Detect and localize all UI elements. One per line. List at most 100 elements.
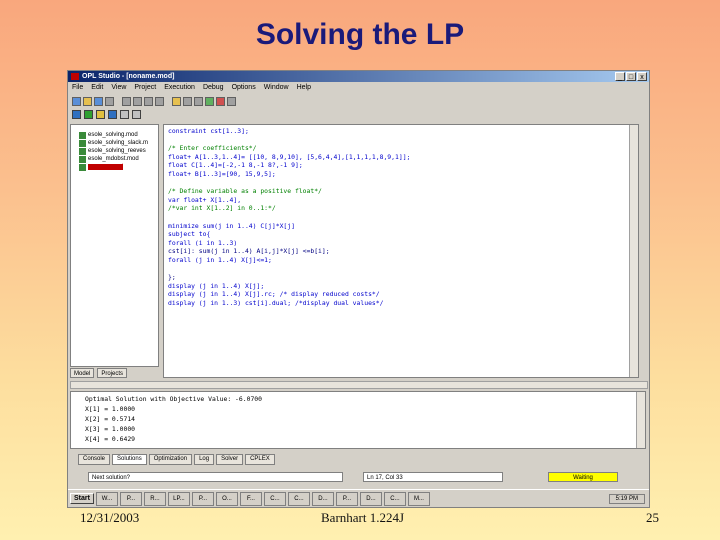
code-line: /*var int X[1..2] in 0..1:*/ — [168, 204, 276, 213]
main-toolbar — [68, 95, 649, 107]
menu-project[interactable]: Project — [130, 82, 160, 94]
tab-solver[interactable]: Solver — [216, 454, 244, 465]
open-file-icon[interactable] — [83, 96, 92, 106]
code-line: }; — [168, 273, 176, 282]
code-line: forall (i in 1..3) — [168, 238, 238, 247]
paste-icon[interactable] — [144, 96, 153, 106]
code-line: display (j in 1..4) X[j]; — [168, 281, 265, 290]
editor-scrollbar[interactable] — [629, 125, 638, 377]
status-bar: Next solution? Ln 17, Col 33 Waiting — [68, 470, 649, 484]
save-icon[interactable] — [94, 96, 103, 106]
code-line: float+ A[1..3,1..4]= [[10, 8,9,10], [5,6… — [168, 152, 411, 161]
code-editor[interactable]: constraint cst[1..3]; /* Enter coefficien… — [163, 124, 639, 378]
new-file-icon[interactable] — [72, 96, 81, 106]
code-line: /* Define variable as a positive float*/ — [168, 187, 322, 196]
output-line: Optimal Solution with Objective Value: -… — [85, 395, 262, 403]
copy-icon[interactable] — [133, 96, 142, 106]
tree-item[interactable]: esole_solving_reeves — [79, 147, 146, 155]
print-icon[interactable] — [105, 96, 114, 106]
taskbar-item[interactable]: R... — [143, 491, 166, 506]
menu-view[interactable]: View — [107, 82, 130, 94]
taskbar-item[interactable]: O... — [215, 491, 238, 506]
window-title: OPL Studio - [noname.mod] — [82, 73, 175, 80]
code-line: float+ B[1..3]=[90, 15,9,5]; — [168, 170, 276, 178]
code-line: display (j in 1..3) cst[i].dual; /*displ… — [168, 299, 384, 307]
step-icon[interactable] — [227, 96, 236, 106]
goto-icon[interactable] — [194, 96, 203, 106]
code-line: var float+ X[1..4], — [168, 195, 242, 204]
tree-item[interactable]: esole_solving_slack.m — [79, 139, 148, 147]
find-icon[interactable] — [172, 96, 181, 106]
tab-solutions[interactable]: Solutions — [112, 454, 147, 465]
menu-window[interactable]: Window — [260, 82, 293, 94]
output-line: X[2] = 0.5714 — [85, 415, 136, 423]
taskbar-item[interactable]: F... — [239, 491, 262, 506]
taskbar-item[interactable]: C... — [383, 491, 406, 506]
windows-taskbar: Start W... P... R... LP... P... O... F... C... C… — [68, 489, 649, 507]
taskbar-clock: 5:19 PM — [608, 493, 645, 504]
taskbar-item[interactable]: P... — [191, 491, 214, 506]
taskbar-item[interactable]: P... — [119, 491, 142, 506]
taskbar-item[interactable]: C... — [263, 491, 286, 506]
tree-item[interactable]: esole_solving.mod — [79, 131, 138, 139]
app-icon — [71, 73, 79, 80]
horizontal-scrollbar[interactable] — [70, 381, 648, 389]
undo-icon[interactable] — [155, 96, 164, 106]
model-file-icon — [79, 147, 86, 155]
project-tree[interactable]: esole_solving.mod esole_solving_slack.m … — [70, 124, 159, 367]
menu-execution[interactable]: Execution — [160, 82, 199, 94]
pointer-icon[interactable] — [120, 110, 129, 119]
menu-bar: File Edit View Project Execution Debug O… — [68, 82, 649, 94]
start-button[interactable]: Start — [70, 493, 94, 504]
tree-item[interactable]: esole_mdobst.mod — [79, 155, 139, 163]
output-scrollbar[interactable] — [636, 392, 645, 448]
taskbar-item[interactable]: W... — [95, 491, 118, 506]
data-icon[interactable] — [96, 110, 105, 119]
cut-icon[interactable] — [122, 96, 131, 106]
code-line: float C[1..4]=[-2,-1 8,-1 8?,-1 9]; — [168, 161, 303, 170]
menu-help[interactable]: Help — [293, 82, 315, 94]
code-line: cst[i]: sum(j in 1..4) A[i,j]*X[j] <=b[i… — [168, 247, 330, 256]
minimize-button[interactable]: _ — [615, 72, 625, 81]
tab-projects[interactable]: Projects — [97, 368, 128, 378]
settings-icon[interactable] — [108, 110, 117, 119]
secondary-toolbar — [68, 108, 649, 121]
stop-icon[interactable] — [216, 96, 225, 106]
tab-log[interactable]: Log — [194, 454, 215, 465]
footer-date: 12/31/2003 — [80, 510, 140, 525]
tools-icon[interactable] — [132, 110, 141, 119]
window-titlebar: OPL Studio - [noname.mod] _ □ x — [68, 71, 649, 82]
project-icon[interactable] — [72, 110, 81, 119]
cursor-position: Ln 17, Col 33 — [363, 472, 503, 482]
close-button[interactable]: x — [637, 72, 647, 81]
code-line: constraint cst[1..3]; — [168, 127, 249, 135]
tab-optimization[interactable]: Optimization — [148, 454, 193, 465]
tree-tabs: Model Projects — [70, 368, 159, 378]
menu-edit[interactable]: Edit — [87, 82, 107, 94]
tab-cplex[interactable]: CPLEX — [245, 454, 275, 465]
taskbar-item[interactable]: M... — [407, 491, 430, 506]
taskbar-item[interactable]: LP... — [167, 491, 190, 506]
taskbar-item[interactable]: C... — [287, 491, 310, 506]
tree-item-selected[interactable]: noname.mod — [79, 163, 124, 171]
run-icon[interactable] — [205, 96, 214, 106]
code-line: subject to{ — [168, 230, 211, 239]
tab-console[interactable]: Console — [78, 454, 111, 465]
taskbar-item[interactable]: P... — [335, 491, 358, 506]
model-file-icon — [79, 139, 86, 147]
maximize-button[interactable]: □ — [626, 72, 636, 81]
model-icon[interactable] — [84, 110, 93, 119]
status-hint: Next solution? — [88, 472, 343, 482]
menu-options[interactable]: Options — [228, 82, 260, 94]
code-line: /* Enter coefficients*/ — [168, 144, 257, 153]
footer-page-number: 25 — [646, 510, 659, 525]
menu-file[interactable]: File — [68, 82, 87, 94]
taskbar-item[interactable]: D... — [311, 491, 334, 506]
status-state: Waiting — [548, 472, 618, 482]
menu-debug[interactable]: Debug — [199, 82, 228, 94]
taskbar-item[interactable]: D... — [359, 491, 382, 506]
code-line: minimize sum(j in 1..4) C[j]*X[j] — [168, 221, 295, 230]
tab-model[interactable]: Model — [70, 368, 95, 378]
output-line: X[3] = 1.0000 — [85, 425, 136, 433]
replace-icon[interactable] — [183, 96, 192, 106]
